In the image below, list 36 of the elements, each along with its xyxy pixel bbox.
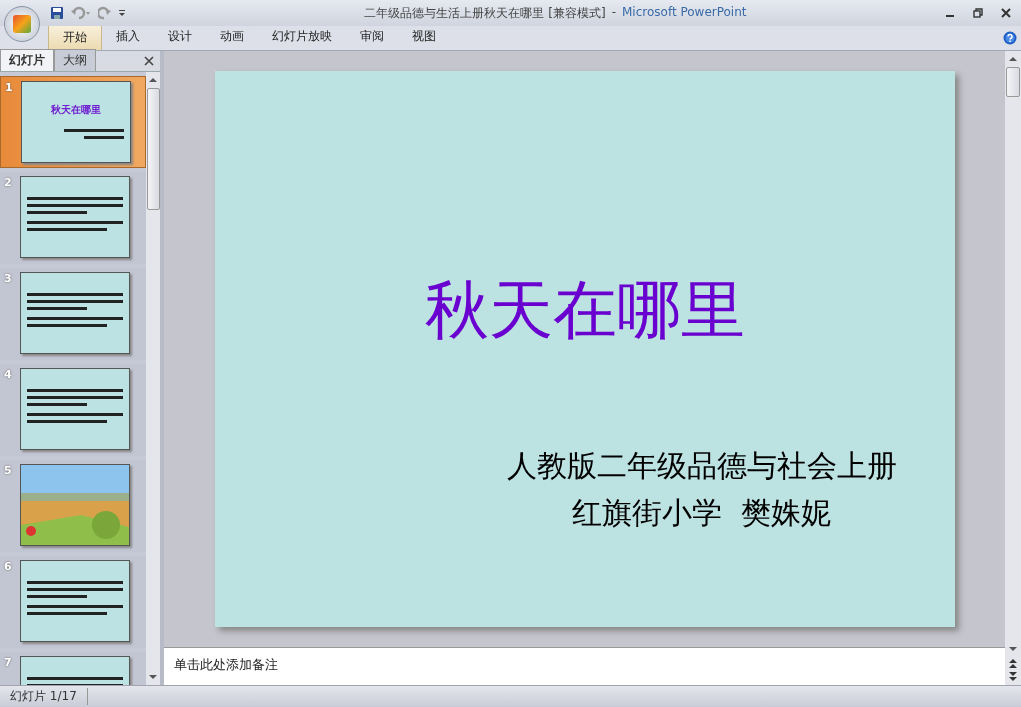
thumbnail-title: 秋天在哪里 xyxy=(51,103,101,117)
scrollbar-thumb[interactable] xyxy=(146,88,160,210)
slide-title: 秋天在哪里 xyxy=(424,272,745,349)
slide-number: 4 xyxy=(4,368,13,381)
slide-number: 5 xyxy=(4,464,13,477)
slide-thumbnail-item[interactable]: 1 秋天在哪里 xyxy=(0,76,146,168)
slide-subtitle: 红旗街小学 樊姝妮 xyxy=(571,494,832,532)
slide-counter: 幻灯片 1/17 xyxy=(0,688,88,705)
slide-number: 1 xyxy=(5,81,14,94)
document-title: 二年级品德与生活上册秋天在哪里 [兼容模式] xyxy=(364,4,606,22)
slide-number: 7 xyxy=(4,656,13,669)
slide-number: 6 xyxy=(4,560,13,573)
pane-tab[interactable]: 大纲 xyxy=(54,49,96,71)
ribbon-tab[interactable]: 幻灯片放映 xyxy=(258,24,346,50)
notes-field[interactable]: 单击此处添加备注 xyxy=(164,647,1005,685)
ribbon-tab[interactable]: 动画 xyxy=(206,24,258,50)
save-icon[interactable] xyxy=(50,6,64,20)
ribbon-tab[interactable]: 开始 xyxy=(48,24,102,50)
previous-slide-icon[interactable] xyxy=(1007,657,1019,669)
title-separator: - xyxy=(611,4,616,21)
ribbon-tab[interactable]: 插入 xyxy=(102,24,154,50)
slide-subtitle: 人教版二年级品德与社会上册 xyxy=(506,447,897,485)
ribbon-tab[interactable]: 设计 xyxy=(154,24,206,50)
slide-number: 3 xyxy=(4,272,13,285)
slide-number: 2 xyxy=(4,176,13,189)
ribbon-tab[interactable]: 审阅 xyxy=(346,24,398,50)
next-slide-icon[interactable] xyxy=(1007,671,1019,683)
help-icon[interactable] xyxy=(1003,31,1017,45)
close-icon[interactable] xyxy=(1001,8,1011,18)
customize-dropdown-icon[interactable] xyxy=(118,9,126,17)
restore-icon[interactable] xyxy=(973,8,983,18)
close-icon[interactable] xyxy=(144,56,154,66)
pane-tab[interactable]: 幻灯片 xyxy=(0,49,54,71)
app-name: Microsoft PowerPoint xyxy=(622,4,747,21)
scrollbar-thumb[interactable] xyxy=(1006,67,1020,97)
ribbon-tab[interactable]: 视图 xyxy=(398,24,450,50)
